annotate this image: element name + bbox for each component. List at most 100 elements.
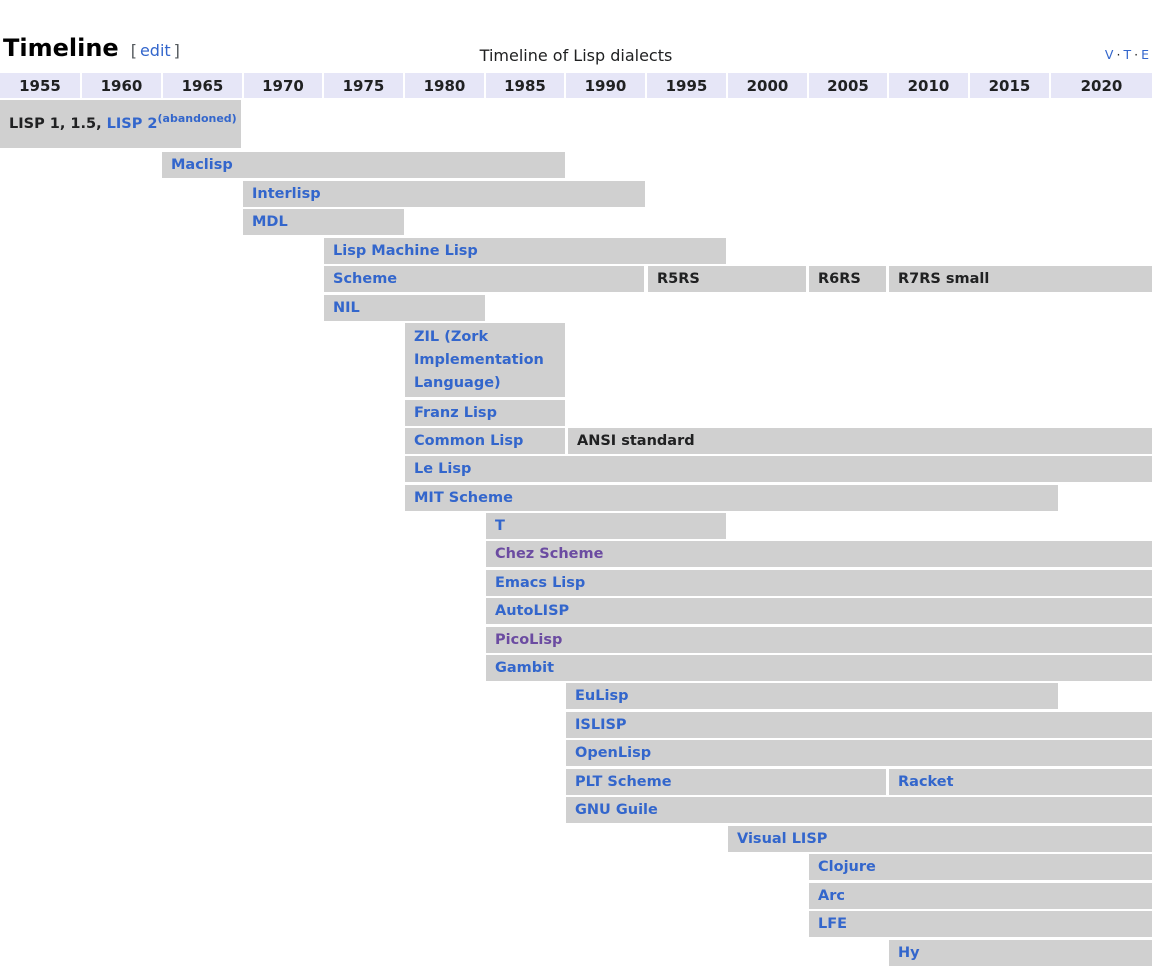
bar-label-wrap: LFE (818, 913, 847, 936)
bar-label-wrap: PLT Scheme (575, 771, 672, 794)
dialect-link[interactable]: PicoLisp (495, 632, 562, 648)
bar-label-wrap: Le Lisp (414, 458, 471, 481)
timeline-bar: NIL (324, 295, 485, 321)
dialect-link[interactable]: Racket (898, 774, 954, 790)
dialect-link[interactable]: GNU Guile (575, 802, 658, 818)
timeline-bar: Hy (889, 940, 1152, 966)
timeline-bar: PicoLisp (486, 627, 1152, 653)
timeline-bar: R7RS small (889, 266, 1152, 292)
bar-label-wrap: GNU Guile (575, 799, 658, 822)
bar-label-wrap: NIL (333, 297, 360, 320)
timeline-bar: LISP 1, 1.5, LISP 2(abandoned) (0, 100, 241, 148)
bar-label: R5RS (657, 271, 700, 287)
bar-label: ANSI standard (577, 433, 695, 449)
year-header-cell-2010: 2010 (889, 73, 968, 98)
bar-label-wrap: Chez Scheme (495, 543, 603, 566)
bar-label-wrap: Lisp Machine Lisp (333, 240, 478, 263)
bar-label-wrap: PicoLisp (495, 629, 562, 652)
bar-label-wrap: Gambit (495, 657, 554, 680)
timeline-bar: MDL (243, 209, 404, 235)
year-header-cell-1975: 1975 (324, 73, 403, 98)
bar-label-wrap: R7RS small (898, 268, 989, 291)
bar-label-wrap: EuLisp (575, 685, 628, 708)
bar-label-wrap: Arc (818, 885, 845, 908)
bar-label-wrap: Visual LISP (737, 828, 827, 851)
bar-label-wrap: Common Lisp (414, 430, 523, 453)
bar-label: R6RS (818, 271, 861, 287)
timeline-bar: Racket (889, 769, 1152, 795)
bar-label-wrap: MDL (252, 211, 288, 234)
dialect-link[interactable]: AutoLISP (495, 603, 569, 619)
dialect-link[interactable]: Scheme (333, 271, 397, 287)
lisp-timeline-page: Timeline[edit] Timeline of Lisp dialects… (0, 0, 1152, 967)
talk-template-link[interactable]: T (1123, 47, 1131, 62)
dialect-link[interactable]: NIL (333, 300, 360, 316)
bar-label-wrap: Franz Lisp (414, 402, 497, 425)
year-header-cell-2015: 2015 (970, 73, 1049, 98)
dialect-link[interactable]: ISLISP (575, 717, 627, 733)
year-header-cell-1965: 1965 (163, 73, 242, 98)
dialect-link[interactable]: ZIL (Zork Implementation Language) (414, 329, 544, 391)
dialect-link[interactable]: Hy (898, 945, 920, 961)
timeline-bar: Scheme (324, 266, 644, 292)
year-header-cell-1970: 1970 (244, 73, 322, 98)
bar-label-wrap: MIT Scheme (414, 487, 513, 510)
vte-navbar: V·T·E (1105, 47, 1149, 62)
bar-label-wrap: Interlisp (252, 183, 321, 206)
bar-label: R7RS small (898, 271, 989, 287)
dialect-link[interactable]: MDL (252, 214, 288, 230)
dialect-link[interactable]: PLT Scheme (575, 774, 672, 790)
bar-label-wrap: LISP 1, 1.5, LISP 2(abandoned) (9, 113, 237, 136)
dialect-link[interactable]: Chez Scheme (495, 546, 603, 562)
dialect-link[interactable]: Visual LISP (737, 831, 827, 847)
timeline-bar: R5RS (648, 266, 806, 292)
timeline-bar: OpenLisp (566, 740, 1152, 766)
timeline-bar: T (486, 513, 726, 539)
dialect-link[interactable]: Gambit (495, 660, 554, 676)
dialect-link[interactable]: Maclisp (171, 157, 233, 173)
bar-label-wrap: ZIL (Zork Implementation Language) (414, 326, 561, 395)
dialect-link[interactable]: Common Lisp (414, 433, 523, 449)
timeline-bar: Interlisp (243, 181, 645, 207)
dialect-link[interactable]: Arc (818, 888, 845, 904)
dialect-link[interactable]: Emacs Lisp (495, 575, 585, 591)
year-header-cell-1980: 1980 (405, 73, 484, 98)
dialect-link[interactable]: MIT Scheme (414, 490, 513, 506)
dialect-link[interactable]: LISP 2 (107, 116, 158, 132)
bar-label-wrap: Racket (898, 771, 954, 794)
timeline-bar: Franz Lisp (405, 400, 565, 426)
bar-label-wrap: ANSI standard (577, 430, 695, 453)
dialect-link[interactable]: EuLisp (575, 688, 628, 704)
year-header-cell-2000: 2000 (728, 73, 807, 98)
dialect-link[interactable]: Le Lisp (414, 461, 471, 477)
timeline-bar: AutoLISP (486, 598, 1152, 624)
timeline-bar: EuLisp (566, 683, 1058, 709)
bar-label-wrap: ISLISP (575, 714, 627, 737)
dialect-link[interactable]: (abandoned) (158, 116, 237, 132)
timeline-bar: GNU Guile (566, 797, 1152, 823)
timeline-bar: Arc (809, 883, 1152, 909)
dialect-link[interactable]: T (495, 518, 505, 534)
timeline-bar: Visual LISP (728, 826, 1152, 852)
year-header-cell-1985: 1985 (486, 73, 564, 98)
dialect-link[interactable]: OpenLisp (575, 745, 651, 761)
timeline-bar: Emacs Lisp (486, 570, 1152, 596)
timeline-bar: Chez Scheme (486, 541, 1152, 567)
dialect-link[interactable]: LFE (818, 916, 847, 932)
edit-template-link[interactable]: E (1141, 47, 1149, 62)
bar-label-wrap: Scheme (333, 268, 397, 291)
dialect-link[interactable]: Clojure (818, 859, 876, 875)
timeline-bar: PLT Scheme (566, 769, 886, 795)
year-header-cell-2005: 2005 (809, 73, 887, 98)
dialect-link[interactable]: Interlisp (252, 186, 321, 202)
timeline-bar: MIT Scheme (405, 485, 1058, 511)
dialect-link[interactable]: Lisp Machine Lisp (333, 243, 478, 259)
timeline-bar: Common Lisp (405, 428, 565, 454)
dialect-link[interactable]: Franz Lisp (414, 405, 497, 421)
chart-title: Timeline of Lisp dialects (0, 46, 1152, 65)
bar-label: LISP 1, 1.5, (9, 116, 107, 132)
timeline-bar: Le Lisp (405, 456, 1152, 482)
timeline-bar: R6RS (809, 266, 886, 292)
bar-label-wrap: Clojure (818, 856, 876, 879)
bar-label-wrap: AutoLISP (495, 600, 569, 623)
